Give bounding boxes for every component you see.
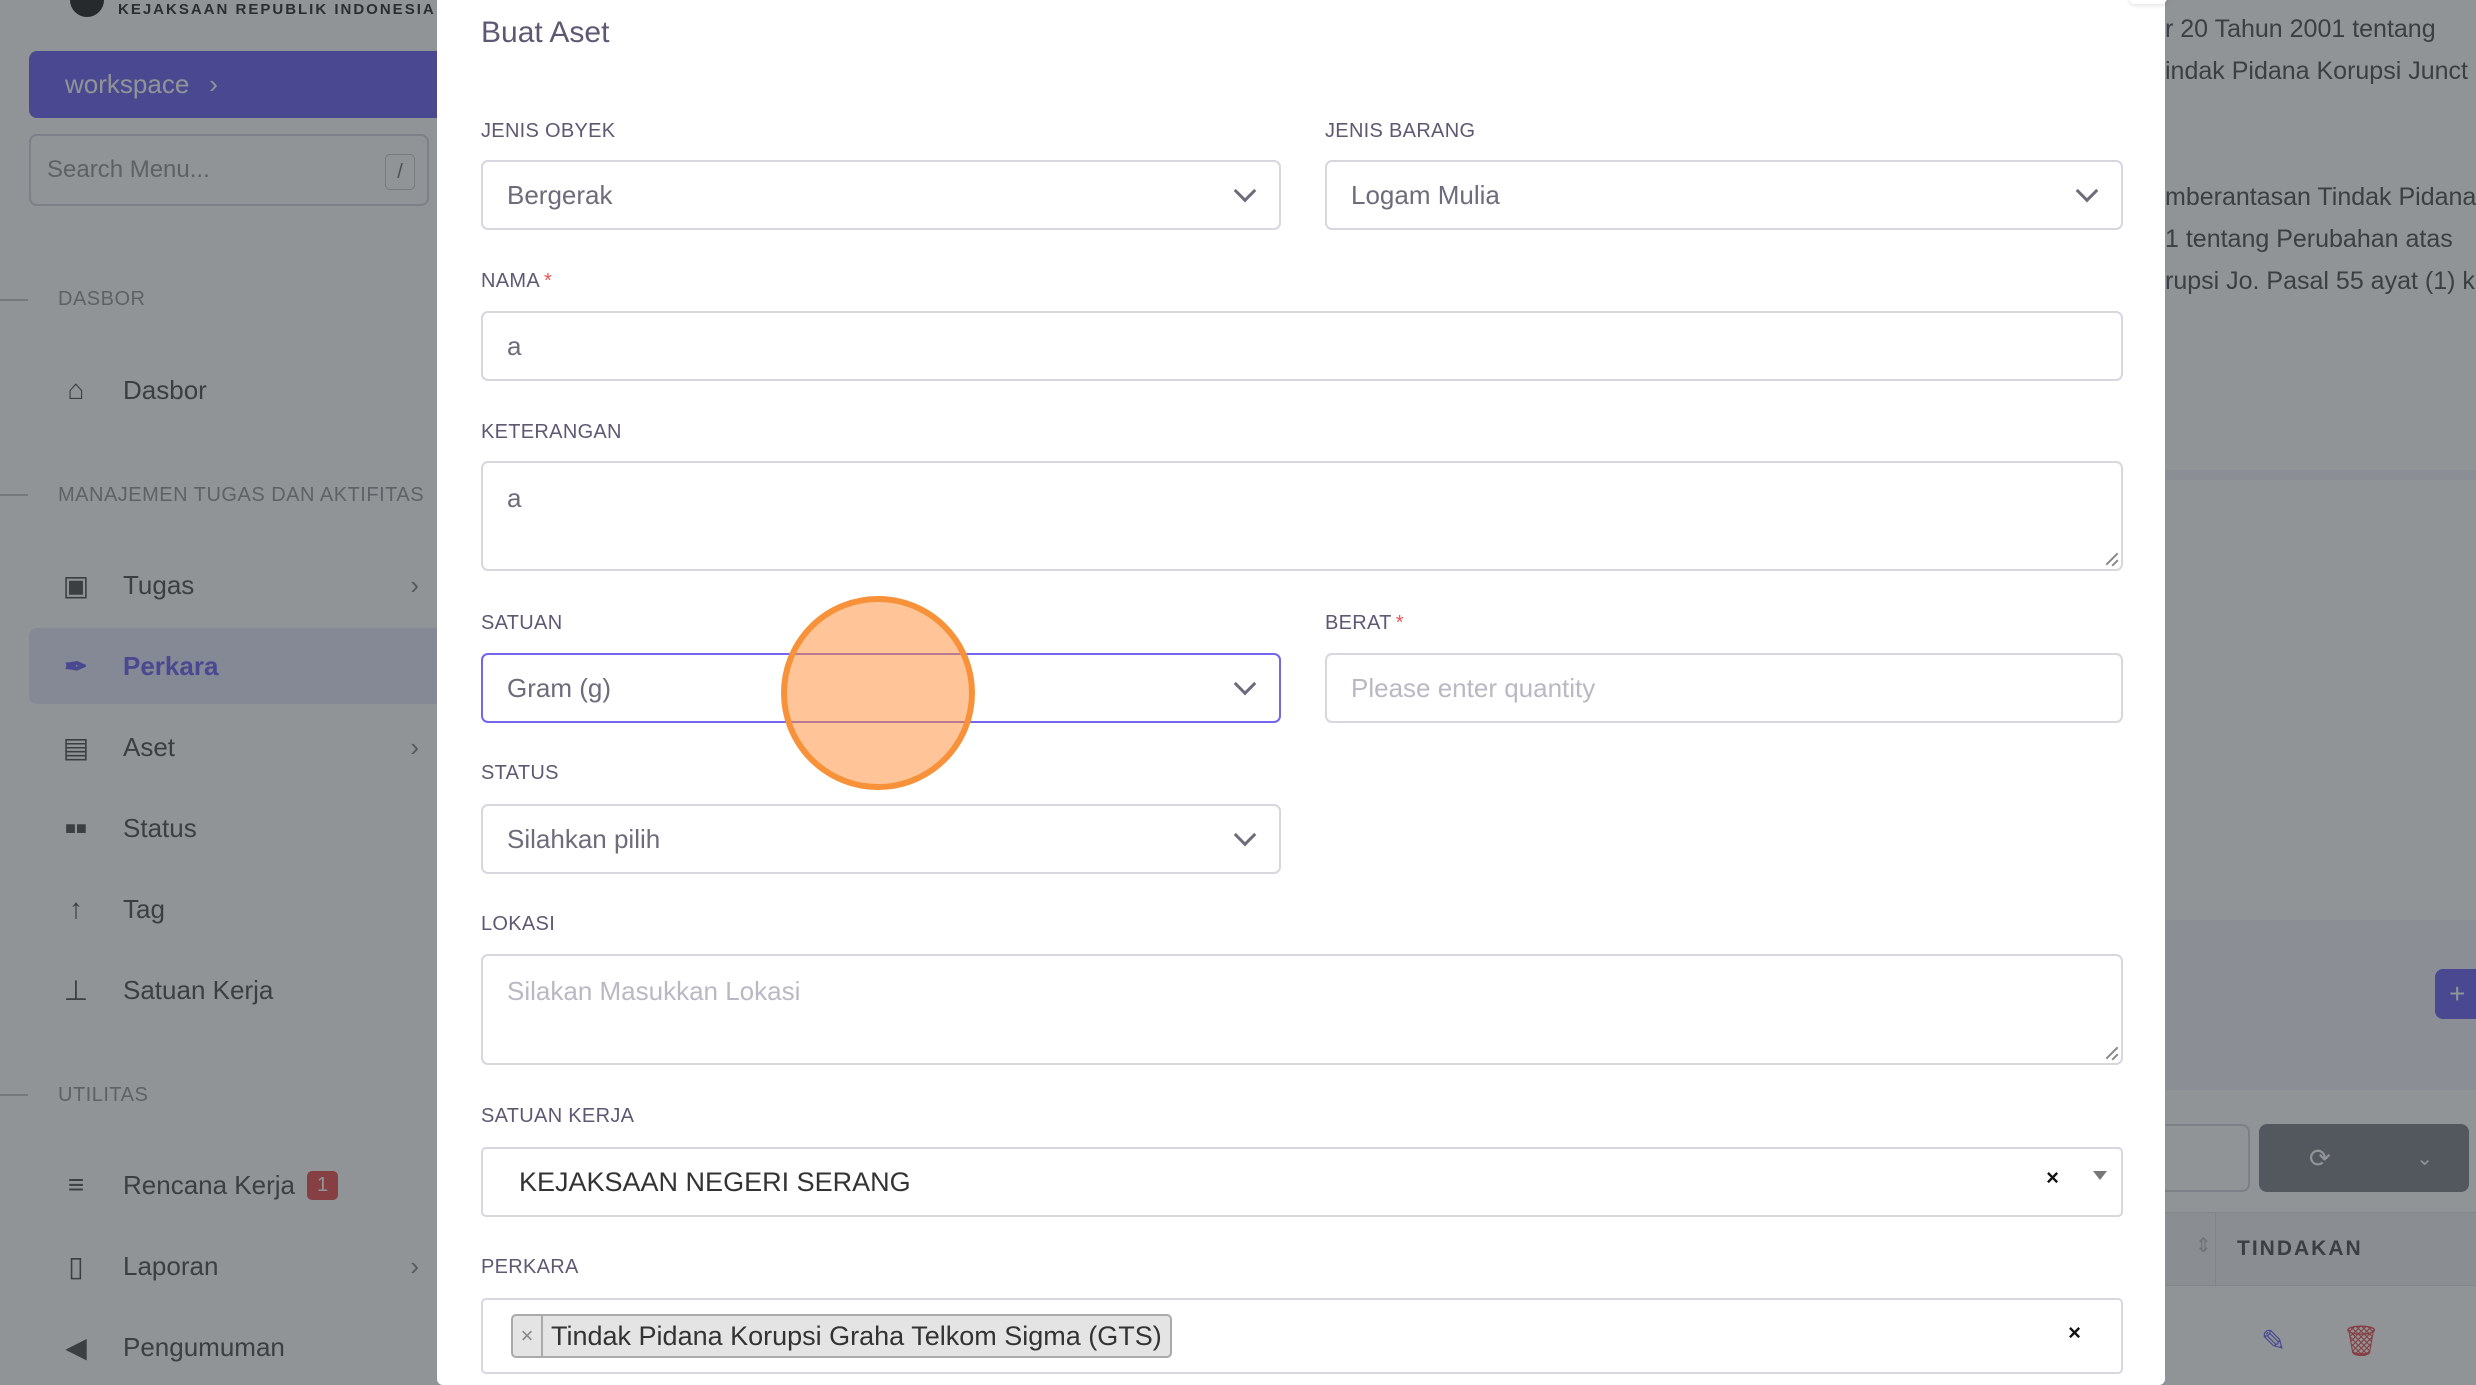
required-mark: * bbox=[543, 270, 553, 292]
chevron-down-icon bbox=[2075, 179, 2099, 203]
chevron-down-icon bbox=[1233, 672, 1257, 696]
status-select[interactable]: Silahkan pilih bbox=[481, 804, 1281, 874]
chevron-down-icon bbox=[1233, 823, 1257, 847]
berat-placeholder: Please enter quantity bbox=[1351, 672, 1596, 703]
jenis-obyek-select[interactable]: Bergerak bbox=[481, 160, 1281, 230]
resize-handle-icon[interactable] bbox=[2104, 552, 2118, 566]
satuan-value: Gram (g) bbox=[507, 672, 611, 703]
close-button[interactable] bbox=[2129, 0, 2167, 4]
perkara-tag: × Tindak Pidana Korupsi Graha Telkom Sig… bbox=[511, 1314, 1172, 1358]
clear-icon[interactable]: × bbox=[2046, 1165, 2059, 1191]
chevron-down-icon bbox=[1233, 179, 1257, 203]
keterangan-textarea[interactable]: a bbox=[481, 461, 2123, 571]
required-mark: * bbox=[1395, 612, 1404, 634]
satuan-kerja-select[interactable]: KEJAKSAAN NEGERI SERANG × bbox=[481, 1147, 2123, 1217]
keterangan-value: a bbox=[507, 483, 522, 513]
status-value: Silahkan pilih bbox=[507, 823, 661, 854]
lokasi-textarea[interactable]: Silakan Masukkan Lokasi bbox=[481, 954, 2123, 1065]
lokasi-label: LOKASI bbox=[481, 913, 556, 935]
jenis-barang-select[interactable]: Logam Mulia bbox=[1325, 160, 2123, 230]
nama-label: NAMA * bbox=[481, 270, 552, 293]
clear-icon[interactable]: × bbox=[2068, 1320, 2081, 1346]
resize-handle-icon[interactable] bbox=[2104, 1046, 2118, 1060]
tag-remove-icon[interactable]: × bbox=[513, 1316, 543, 1356]
satuan-kerja-value: KEJAKSAAN NEGERI SERANG bbox=[519, 1166, 911, 1197]
berat-label-text: BERAT bbox=[1325, 612, 1392, 634]
berat-label: BERAT * bbox=[1325, 612, 1404, 635]
lokasi-placeholder: Silakan Masukkan Lokasi bbox=[507, 976, 801, 1006]
nama-input[interactable]: a bbox=[481, 311, 2123, 381]
berat-input[interactable]: Please enter quantity bbox=[1325, 653, 2123, 723]
nama-label-text: NAMA bbox=[481, 270, 540, 292]
nama-value: a bbox=[507, 330, 522, 361]
status-label: STATUS bbox=[481, 762, 559, 784]
create-asset-modal: Buat Aset JENIS OBYEK Bergerak JENIS BAR… bbox=[437, 0, 2167, 1385]
perkara-multiselect[interactable]: × Tindak Pidana Korupsi Graha Telkom Sig… bbox=[481, 1298, 2123, 1374]
caret-down-icon[interactable] bbox=[2093, 1171, 2107, 1180]
perkara-tag-label: Tindak Pidana Korupsi Graha Telkom Sigma… bbox=[551, 1320, 1162, 1351]
jenis-obyek-value: Bergerak bbox=[507, 179, 613, 210]
satuan-label: SATUAN bbox=[481, 612, 563, 634]
click-indicator bbox=[781, 596, 975, 790]
jenis-barang-label: JENIS BARANG bbox=[1325, 120, 1476, 142]
keterangan-label: KETERANGAN bbox=[481, 421, 622, 443]
jenis-obyek-label: JENIS OBYEK bbox=[481, 120, 616, 142]
satuan-kerja-label: SATUAN KERJA bbox=[481, 1105, 635, 1127]
modal-title: Buat Aset bbox=[481, 16, 610, 49]
perkara-label: PERKARA bbox=[481, 1256, 579, 1278]
jenis-barang-value: Logam Mulia bbox=[1351, 179, 1500, 210]
